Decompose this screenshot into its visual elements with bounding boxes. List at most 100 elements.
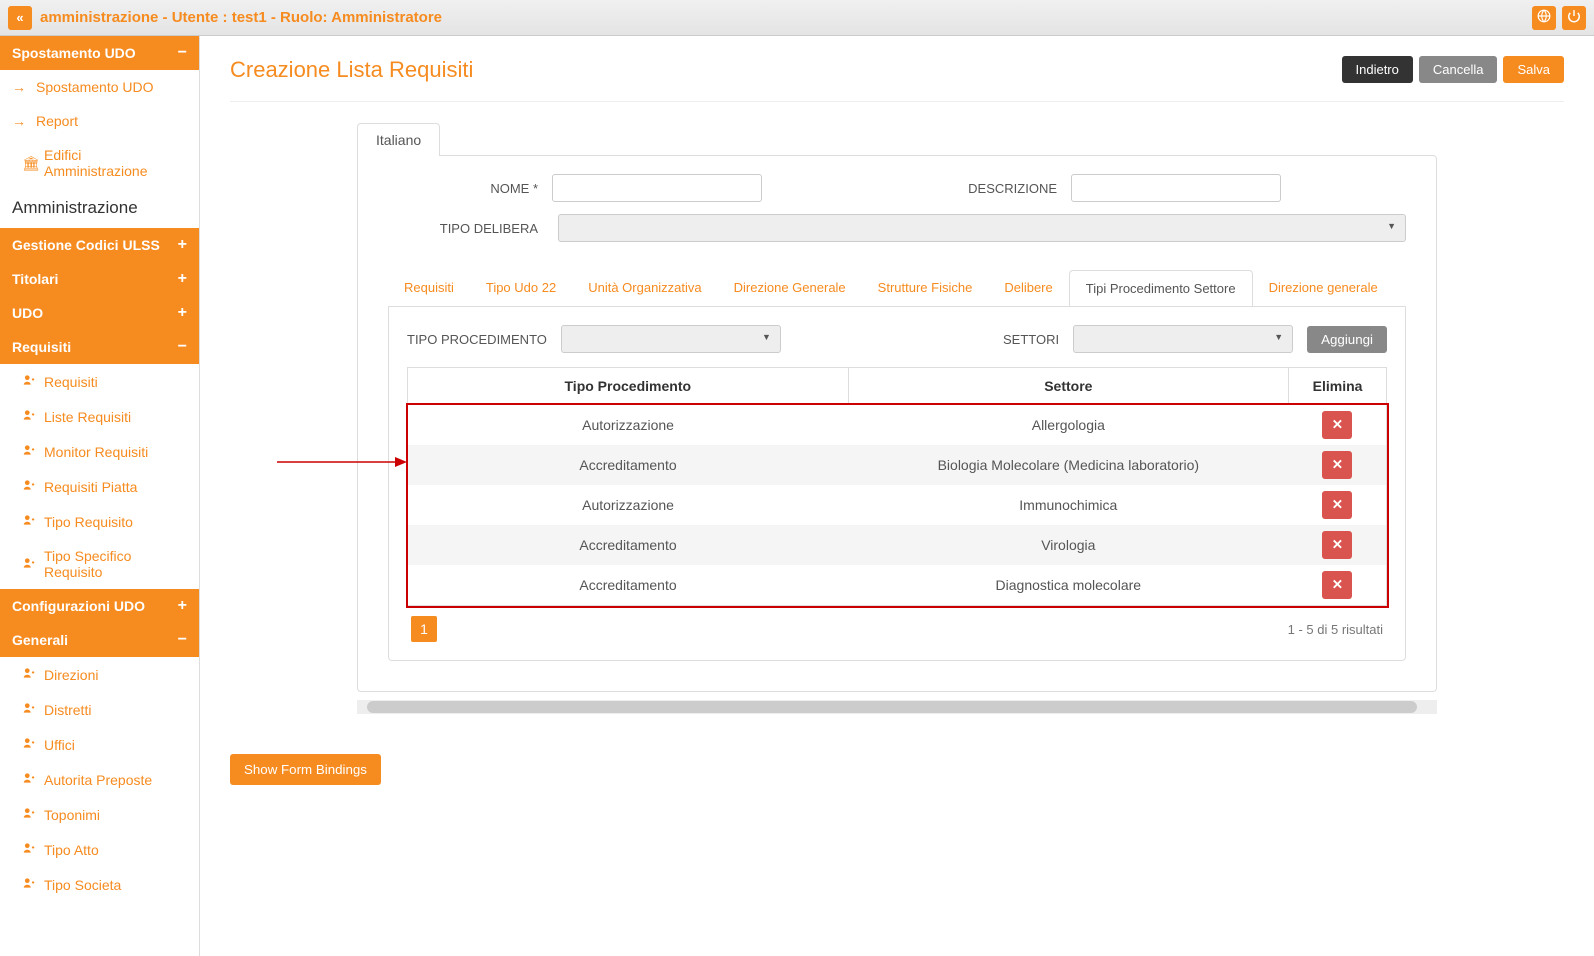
close-icon: ✕ [1332, 417, 1343, 433]
tab-requisiti[interactable]: Requisiti [388, 270, 470, 306]
page-header: Creazione Lista Requisiti Indietro Cance… [230, 56, 1564, 102]
sidebar-item-uffici[interactable]: Uffici [0, 727, 199, 762]
expand-icon: + [178, 597, 187, 615]
sidebar-header-generali[interactable]: Generali − [0, 623, 199, 657]
horizontal-scrollbar[interactable] [357, 700, 1437, 714]
expand-icon: + [178, 304, 187, 322]
sidebar-item-label: Uffici [44, 737, 75, 753]
sidebar-header-requisiti[interactable]: Requisiti − [0, 330, 199, 364]
sidebar-header-spostamento[interactable]: Spostamento UDO − [0, 36, 199, 70]
form-container: Italiano NOME * DESCRIZIONE TIPO DELIBER… [357, 122, 1437, 714]
tipo-procedimento-select[interactable] [561, 325, 781, 353]
page-number[interactable]: 1 [411, 616, 437, 642]
settori-select[interactable] [1073, 325, 1293, 353]
tab-edifi[interactable]: Edifi [1394, 270, 1406, 306]
tab-direzione-generale[interactable]: Direzione Generale [718, 270, 862, 306]
user-icon [22, 373, 36, 390]
back-button[interactable]: « [8, 6, 32, 30]
main-content: Creazione Lista Requisiti Indietro Cance… [200, 36, 1594, 956]
user-icon [22, 408, 36, 425]
sidebar-item-label: Toponimi [44, 807, 100, 823]
building-icon: 🏛 [22, 155, 36, 172]
collapse-icon: − [178, 631, 187, 649]
user-icon [22, 443, 36, 460]
sidebar-item-tipo-specifico-requisito[interactable]: Tipo Specifico Requisito [0, 539, 199, 589]
language-tab[interactable]: Italiano [357, 123, 440, 156]
cell-delete: ✕ [1289, 525, 1387, 565]
cell-settore: Allergologia [848, 405, 1289, 446]
cell-settore: Diagnostica molecolare [848, 565, 1289, 606]
table-row: AutorizzazioneImmunochimica✕ [408, 485, 1387, 525]
cell-settore: Biologia Molecolare (Medicina laboratori… [848, 445, 1289, 485]
filter-row: TIPO PROCEDIMENTO SETTORI Aggiungi [407, 325, 1387, 353]
close-icon: ✕ [1332, 537, 1343, 553]
delete-button[interactable]: ✕ [1322, 571, 1352, 599]
user-icon [22, 876, 36, 893]
sidebar-item-edifici[interactable]: 🏛 Edifici Amministrazione [0, 138, 199, 188]
tipo-delibera-select[interactable] [558, 214, 1406, 242]
sidebar-item-liste-requisiti[interactable]: Liste Requisiti [0, 399, 199, 434]
tab-direzione-generale[interactable]: Direzione generale [1253, 270, 1394, 306]
cell-delete: ✕ [1289, 405, 1387, 446]
save-button[interactable]: Salva [1503, 56, 1564, 83]
sidebar-header-configurazioni[interactable]: Configurazioni UDO + [0, 589, 199, 623]
col-elimina: Elimina [1289, 368, 1387, 405]
table-row: AutorizzazioneAllergologia✕ [408, 405, 1387, 446]
delete-button[interactable]: ✕ [1322, 451, 1352, 479]
sidebar-item-monitor-requisiti[interactable]: Monitor Requisiti [0, 434, 199, 469]
sidebar-header-udo[interactable]: UDO + [0, 296, 199, 330]
collapse-icon: − [178, 44, 187, 62]
breadcrumb-title: amministrazione - Utente : test1 - Ruolo… [40, 9, 1526, 26]
add-button[interactable]: Aggiungi [1307, 326, 1387, 353]
tab-unità-organizzativa[interactable]: Unità Organizzativa [572, 270, 717, 306]
sidebar-item-tipo-societa[interactable]: Tipo Societa [0, 867, 199, 902]
expand-icon: + [178, 270, 187, 288]
sidebar-item-direzioni[interactable]: Direzioni [0, 657, 199, 692]
sidebar-item-label: Direzioni [44, 667, 98, 683]
cell-settore: Virologia [848, 525, 1289, 565]
show-form-bindings-button[interactable]: Show Form Bindings [230, 754, 381, 785]
sidebar-item-label: Spostamento UDO [36, 79, 154, 95]
data-table: Tipo Procedimento Settore Elimina Autori… [407, 367, 1387, 606]
user-icon [22, 513, 36, 530]
sidebar-header-label: Gestione Codici ULSS [12, 237, 160, 253]
sidebar-item-label: Monitor Requisiti [44, 444, 148, 460]
sidebar-item-requisiti[interactable]: Requisiti [0, 364, 199, 399]
sidebar-item-label: Edifici Amministrazione [44, 147, 187, 179]
sidebar-item-tipo-requisito[interactable]: Tipo Requisito [0, 504, 199, 539]
delete-button[interactable]: ✕ [1322, 491, 1352, 519]
col-tipo: Tipo Procedimento [408, 368, 849, 405]
sidebar-item-label: Autorita Preposte [44, 772, 152, 788]
sidebar-section-title: Amministrazione [0, 188, 199, 228]
cancel-button[interactable]: Cancella [1419, 56, 1498, 83]
sidebar-item-spostamento-udo[interactable]: Spostamento UDO [0, 70, 199, 104]
sidebar-item-report[interactable]: Report [0, 104, 199, 138]
action-buttons: Indietro Cancella Salva [1342, 56, 1565, 83]
cell-delete: ✕ [1289, 485, 1387, 525]
sidebar-item-requisiti-piatta[interactable]: Requisiti Piatta [0, 469, 199, 504]
close-icon: ✕ [1332, 497, 1343, 513]
sidebar-item-distretti[interactable]: Distretti [0, 692, 199, 727]
tab-tipi-procedimento-settore[interactable]: Tipi Procedimento Settore [1069, 270, 1253, 307]
sidebar-item-toponimi[interactable]: Toponimi [0, 797, 199, 832]
tab-delibere[interactable]: Delibere [988, 270, 1068, 306]
cell-tipo: Accreditamento [408, 565, 849, 606]
sidebar-item-label: Distretti [44, 702, 91, 718]
descrizione-input[interactable] [1071, 174, 1281, 202]
sidebar-item-tipo-atto[interactable]: Tipo Atto [0, 832, 199, 867]
delete-button[interactable]: ✕ [1322, 411, 1352, 439]
user-icon [22, 666, 36, 683]
sidebar-header-gestione[interactable]: Gestione Codici ULSS + [0, 228, 199, 262]
nome-input[interactable] [552, 174, 762, 202]
tab-strutture-fisiche[interactable]: Strutture Fisiche [862, 270, 989, 306]
power-icon [1567, 9, 1581, 26]
sidebar-header-label: Titolari [12, 271, 58, 287]
sidebar-header-titolari[interactable]: Titolari + [0, 262, 199, 296]
sidebar-item-autorita-preposte[interactable]: Autorita Preposte [0, 762, 199, 797]
delete-button[interactable]: ✕ [1322, 531, 1352, 559]
power-button[interactable] [1562, 6, 1586, 30]
sidebar-item-label: Tipo Specifico Requisito [44, 548, 187, 580]
back-page-button[interactable]: Indietro [1342, 56, 1413, 83]
tab-tipo-udo-22[interactable]: Tipo Udo 22 [470, 270, 572, 306]
globe-button[interactable] [1532, 6, 1556, 30]
